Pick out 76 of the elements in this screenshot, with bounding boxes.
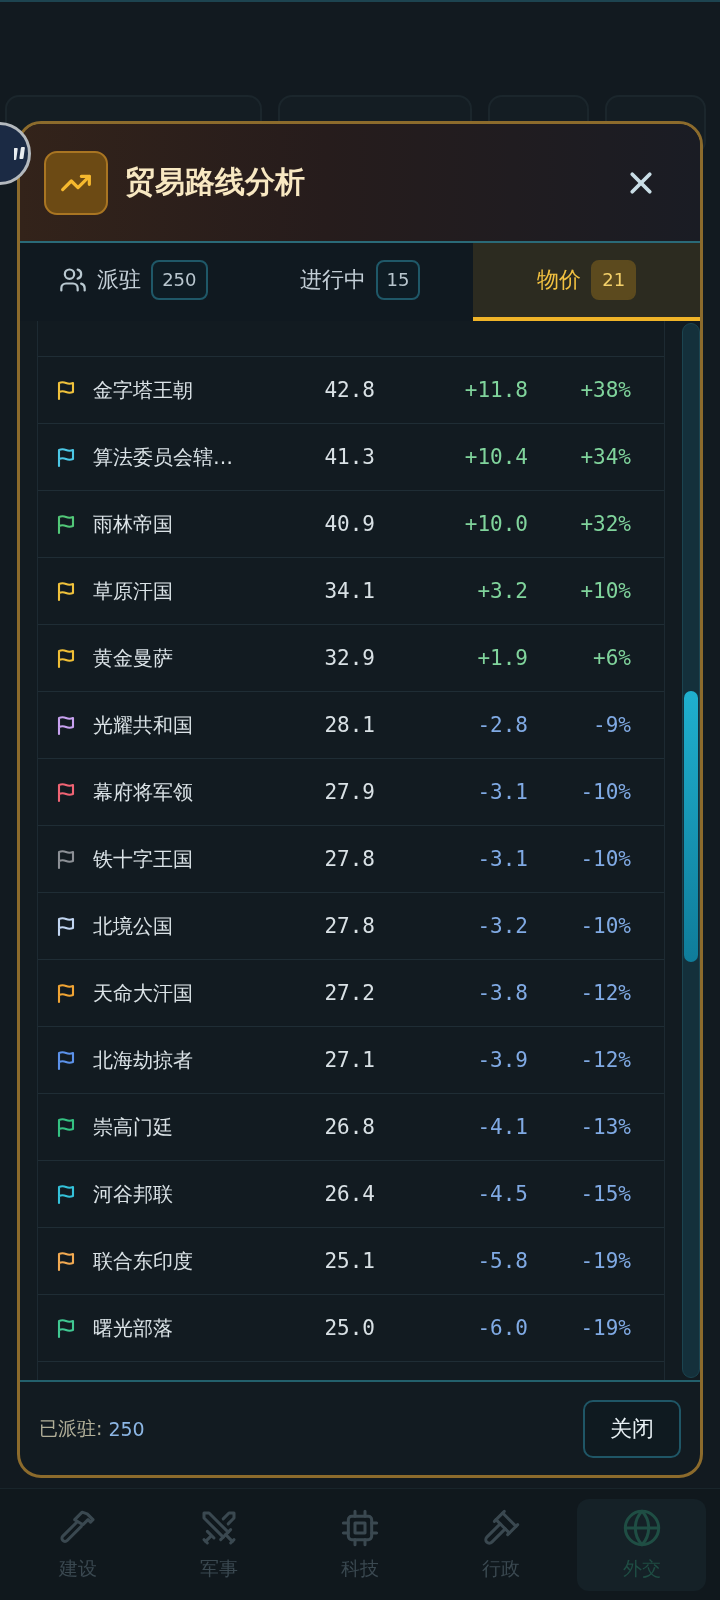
price-change: -5.8 — [476, 1249, 528, 1273]
price-value: 41.3 — [323, 445, 375, 469]
price-change: -3.1 — [476, 847, 528, 871]
country-name: 金字塔王朝 — [93, 376, 194, 404]
price-value: 27.8 — [323, 914, 375, 938]
country-name: 曙光部落 — [93, 1314, 174, 1342]
count-badge: 250 — [151, 260, 208, 300]
change-percent: -19% — [579, 1316, 631, 1340]
change-percent: +6% — [592, 646, 631, 670]
scrollbar-thumb[interactable] — [684, 691, 698, 962]
price-change: -3.8 — [476, 981, 528, 1005]
count-badge: 15 — [375, 260, 421, 300]
change-percent: -9% — [592, 713, 631, 737]
price-value: 25.1 — [323, 1249, 375, 1273]
change-percent: -19% — [579, 1249, 631, 1273]
deployed-label: 已派驻: — [39, 1415, 103, 1441]
change-percent: -15% — [579, 1182, 631, 1206]
trend-up-icon — [44, 150, 108, 215]
price-value: 25.0 — [323, 1316, 375, 1340]
country-name: 光耀共和国 — [93, 711, 194, 739]
price-change: -3.2 — [476, 914, 528, 938]
change-percent: -10% — [579, 780, 631, 804]
country-name: 北境公国 — [93, 912, 174, 940]
country-name: 河谷邦联 — [93, 1180, 174, 1208]
chip-icon — [340, 1507, 380, 1548]
change-percent: +32% — [579, 512, 631, 536]
change-percent: -10% — [579, 847, 631, 871]
price-change: -6.0 — [476, 1316, 528, 1340]
country-name: 算法委员会辖… — [93, 443, 234, 471]
price-value: 27.9 — [323, 780, 375, 804]
change-percent: -12% — [579, 1048, 631, 1072]
price-value: 42.8 — [323, 378, 375, 402]
price-change: -3.9 — [476, 1048, 528, 1072]
price-value: 27.2 — [323, 981, 375, 1005]
globe-icon — [621, 1507, 662, 1548]
country-name: 天命大汗国 — [93, 979, 194, 1007]
tab[interactable]: 物价 21 — [473, 243, 700, 321]
price-value: 32.9 — [323, 646, 375, 670]
country-name: 铁十字王国 — [93, 845, 194, 873]
price-change: -4.5 — [476, 1182, 528, 1206]
country-name: 崇高门廷 — [93, 1113, 174, 1141]
change-percent: +38% — [579, 378, 631, 402]
dialog-title: 贸易路线分析 — [125, 163, 305, 201]
price-value: 27.8 — [323, 847, 375, 871]
country-name: 幕府将军领 — [93, 778, 194, 806]
price-value: 40.9 — [323, 512, 375, 536]
country-name: 黄金曼萨 — [93, 644, 174, 672]
price-value: 28.1 — [323, 713, 375, 737]
change-percent: -10% — [579, 914, 631, 938]
deployed-count: 250 — [108, 1417, 145, 1440]
price-change: +11.8 — [463, 378, 528, 402]
price-change: +1.9 — [476, 646, 528, 670]
price-value: 26.4 — [323, 1182, 375, 1206]
people-icon — [59, 266, 88, 294]
country-name: 草原汗国 — [93, 577, 174, 605]
country-name: 北海劫掠者 — [93, 1046, 194, 1074]
price-change: +3.2 — [476, 579, 528, 603]
close-button[interactable]: 关闭 — [583, 1399, 681, 1458]
price-change: -4.1 — [476, 1115, 528, 1139]
price-change: -3.1 — [476, 780, 528, 804]
price-change: -2.8 — [476, 713, 528, 737]
tab[interactable]: 派驻 250 — [20, 243, 247, 321]
pause-icon — [14, 147, 26, 161]
change-percent: +10% — [579, 579, 631, 603]
count-badge: 21 — [591, 260, 637, 300]
change-percent: -13% — [579, 1115, 631, 1139]
price-change: +10.0 — [463, 512, 528, 536]
price-value: 34.1 — [323, 579, 375, 603]
country-name: 雨林帝国 — [93, 510, 174, 538]
change-percent: +34% — [579, 445, 631, 469]
price-value: 26.8 — [323, 1115, 375, 1139]
price-value: 27.1 — [323, 1048, 375, 1072]
country-name: 联合东印度 — [93, 1247, 194, 1275]
tab[interactable]: 进行中 15 — [246, 243, 474, 321]
price-change: +10.4 — [463, 445, 528, 469]
change-percent: -12% — [579, 981, 631, 1005]
